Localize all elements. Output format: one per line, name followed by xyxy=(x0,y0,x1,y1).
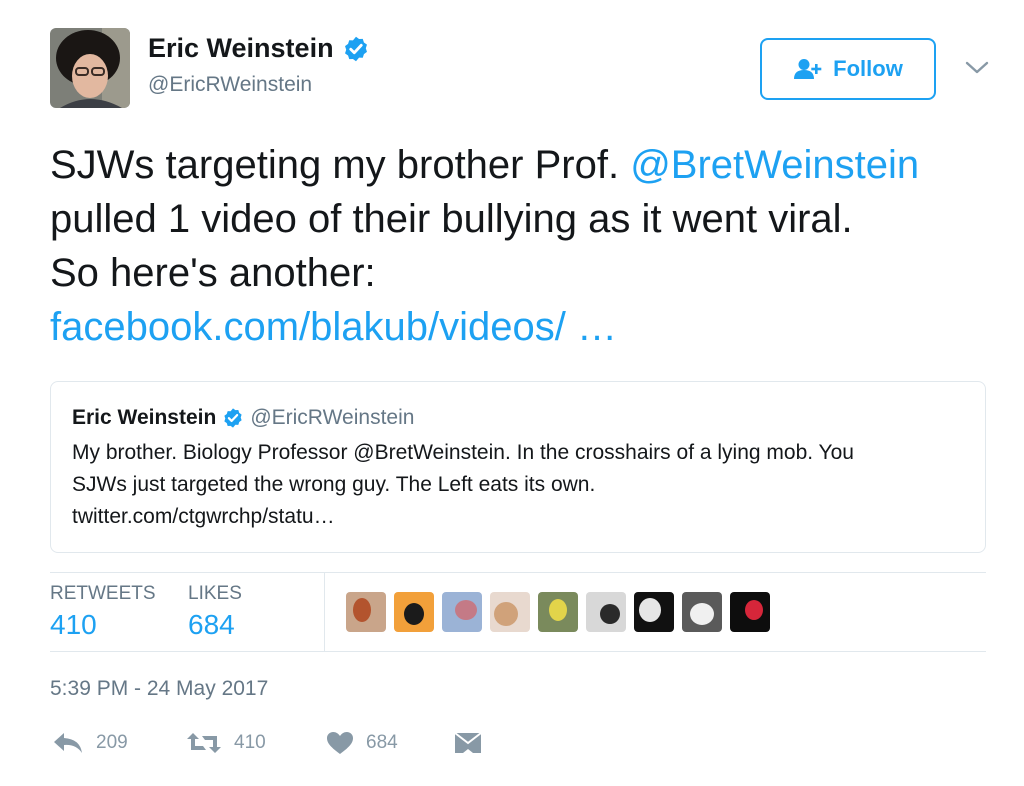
tweet-text: SJWs targeting my brother Prof. @BretWei… xyxy=(50,138,1000,354)
liker-avatar-image-icon xyxy=(394,592,434,632)
likers-avatars xyxy=(346,592,770,632)
tweet-line-1: SJWs targeting my brother Prof. @BretWei… xyxy=(50,138,1000,192)
divider xyxy=(324,573,325,651)
like-count: 684 xyxy=(366,732,398,753)
liker-avatar[interactable] xyxy=(490,592,530,632)
liker-avatar-image-icon xyxy=(682,592,722,632)
reply-icon xyxy=(54,733,82,753)
reply-count: 209 xyxy=(96,732,128,753)
retweets-count[interactable]: 410 xyxy=(50,609,97,641)
tweet-timestamp[interactable]: 5:39 PM - 24 May 2017 xyxy=(50,677,268,701)
direct-message-button[interactable] xyxy=(454,728,482,758)
liker-avatar[interactable] xyxy=(538,592,578,632)
retweet-count: 410 xyxy=(234,732,266,753)
liker-avatar-image-icon xyxy=(346,592,386,632)
quoted-line-1: My brother. Biology Professor @BretWeins… xyxy=(72,441,854,464)
tweet-line-1-text: SJWs targeting my brother Prof. xyxy=(50,143,631,187)
likes-label[interactable]: LIKES xyxy=(188,583,242,605)
heart-icon xyxy=(327,732,353,754)
add-user-icon xyxy=(794,59,822,79)
liker-avatar[interactable] xyxy=(394,592,434,632)
author-name-text[interactable]: Eric Weinstein xyxy=(148,33,334,64)
liker-avatar-image-icon xyxy=(538,592,578,632)
liker-avatar[interactable] xyxy=(730,592,770,632)
author-name[interactable]: Eric Weinstein xyxy=(148,33,370,64)
divider xyxy=(50,572,986,573)
tweet-url-link[interactable]: facebook.com/blakub/videos/ … xyxy=(50,300,1000,354)
quoted-tweet-header[interactable]: Eric Weinstein @EricRWeinstein xyxy=(72,406,414,430)
chevron-down-icon xyxy=(965,61,989,74)
more-menu-button[interactable] xyxy=(964,58,990,76)
like-button[interactable]: 684 xyxy=(326,728,398,758)
follow-button-label: Follow xyxy=(833,56,903,81)
liker-avatar[interactable] xyxy=(634,592,674,632)
follow-button[interactable]: Follow xyxy=(760,38,936,100)
verified-badge-icon xyxy=(222,407,244,429)
liker-avatar-image-icon xyxy=(442,592,482,632)
reply-button[interactable]: 209 xyxy=(52,728,128,758)
verified-badge-icon xyxy=(342,35,370,63)
quoted-author-name[interactable]: Eric Weinstein xyxy=(72,406,216,430)
retweet-button[interactable]: 410 xyxy=(186,728,266,758)
liker-avatar[interactable] xyxy=(346,592,386,632)
liker-avatar-image-icon xyxy=(634,592,674,632)
tweet-line-2: pulled 1 video of their bullying as it w… xyxy=(50,197,853,241)
avatar-photo-icon xyxy=(50,28,130,108)
quoted-tweet-text: My brother. Biology Professor @BretWeins… xyxy=(72,437,972,533)
retweet-icon xyxy=(187,733,221,753)
liker-avatar[interactable] xyxy=(442,592,482,632)
liker-avatar[interactable] xyxy=(682,592,722,632)
quoted-author-handle[interactable]: @EricRWeinstein xyxy=(250,406,414,430)
liker-avatar-image-icon xyxy=(730,592,770,632)
mention-link[interactable]: @BretWeinstein xyxy=(630,143,919,187)
quoted-line-2: SJWs just targeted the wrong guy. The Le… xyxy=(72,473,596,496)
likes-count[interactable]: 684 xyxy=(188,609,235,641)
envelope-icon xyxy=(454,732,482,753)
liker-avatar-image-icon xyxy=(490,592,530,632)
divider xyxy=(50,651,986,652)
retweets-label[interactable]: RETWEETS xyxy=(50,583,156,605)
liker-avatar[interactable] xyxy=(586,592,626,632)
liker-avatar-image-icon xyxy=(586,592,626,632)
quoted-line-3: twitter.com/ctgwrchp/statu… xyxy=(72,505,335,528)
author-handle[interactable]: @EricRWeinstein xyxy=(148,73,312,97)
tweet-line-3: So here's another: xyxy=(50,251,376,295)
avatar[interactable] xyxy=(50,28,130,108)
